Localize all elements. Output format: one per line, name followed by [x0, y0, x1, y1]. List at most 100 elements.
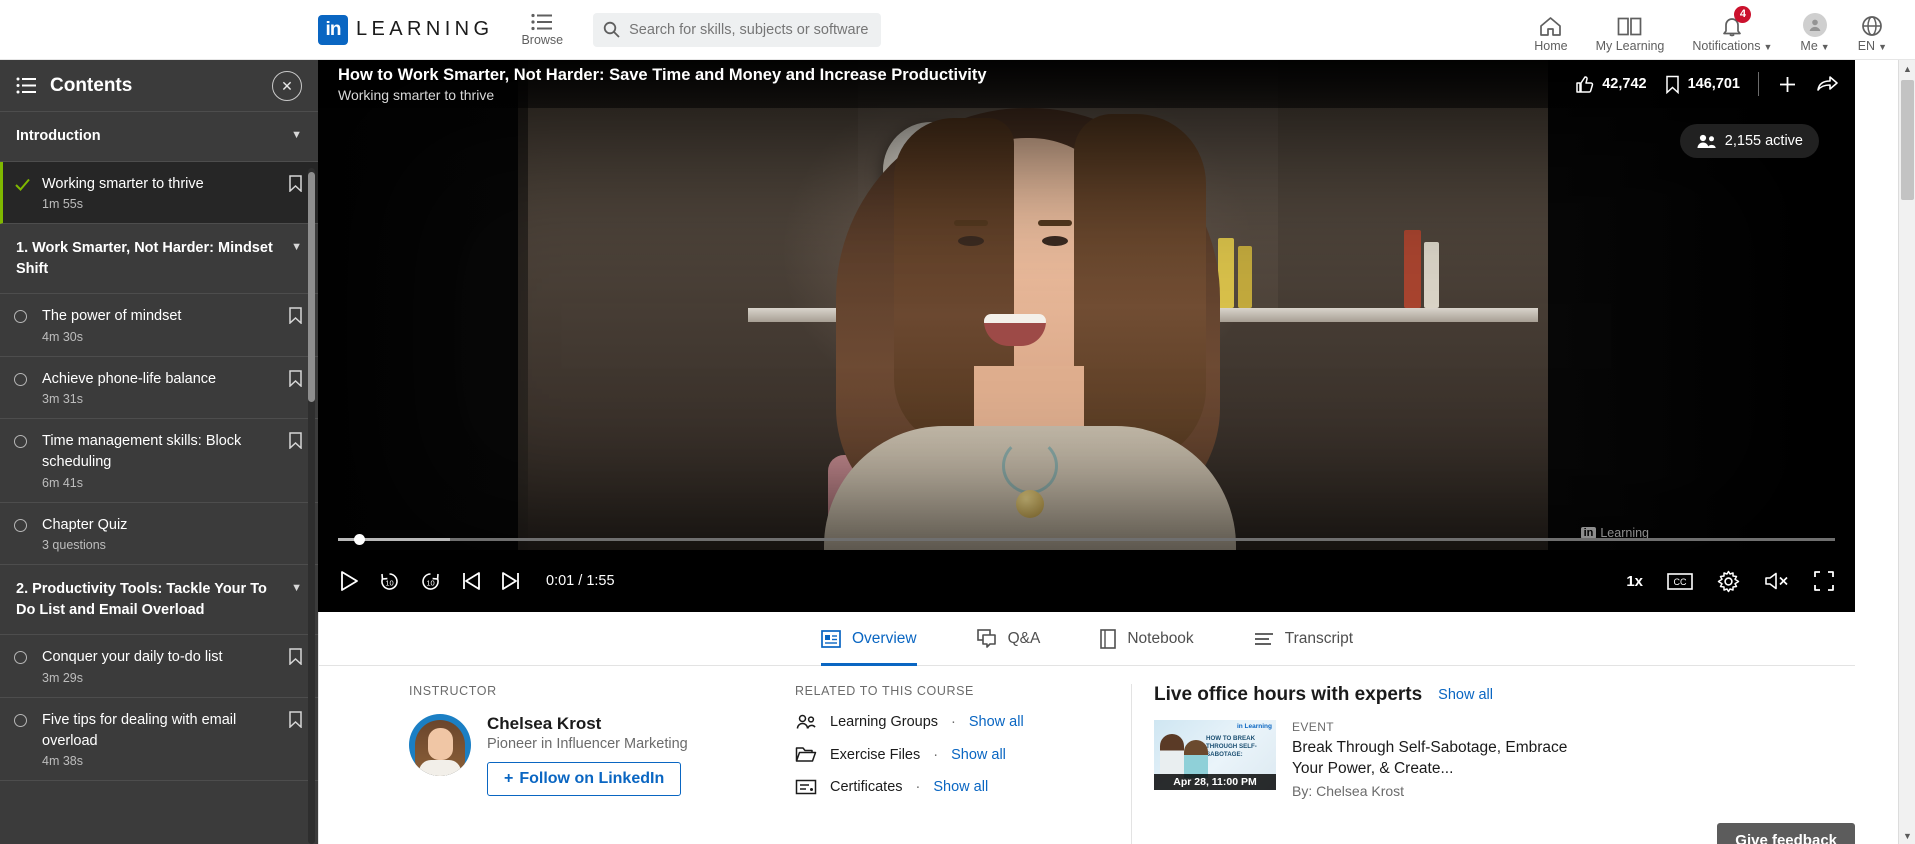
page-scrollbar[interactable]: ▲ ▼	[1898, 60, 1915, 844]
live-office-hours-section: Live office hours with experts Show all …	[1131, 684, 1855, 844]
sidebar-chapter-introduction[interactable]: Introduction ▼	[0, 112, 318, 162]
instructor-role: Pioneer in Influencer Marketing	[487, 736, 688, 752]
tab-overview[interactable]: Overview	[820, 612, 917, 666]
captions-button[interactable]: CC	[1667, 572, 1693, 591]
save-count[interactable]: 146,701	[1665, 75, 1740, 94]
incomplete-circle-icon	[14, 517, 31, 534]
page-scrollbar-thumb[interactable]	[1901, 80, 1914, 200]
event-kind-label: EVENT	[1292, 720, 1335, 734]
bookmark-icon[interactable]	[289, 711, 302, 733]
fullscreen-button[interactable]	[1813, 570, 1835, 592]
incomplete-circle-icon	[14, 433, 31, 450]
chevron-down-icon[interactable]: ▼	[291, 129, 302, 141]
nav-item-me[interactable]: Me ▼	[1786, 0, 1843, 60]
sidebar-lesson-working-smarter-to-thrive[interactable]: Working smarter to thrive 1m 55s	[0, 161, 318, 225]
scroll-up-arrow-icon[interactable]: ▲	[1899, 60, 1915, 77]
sidebar-scrollbar-thumb[interactable]	[308, 172, 315, 402]
nav-item-language[interactable]: EN ▼	[1844, 0, 1901, 60]
lesson-duration: 3m 31s	[42, 392, 83, 407]
play-button[interactable]	[338, 570, 360, 592]
rewind-10-icon: 10	[381, 572, 398, 590]
forward-10-button[interactable]: 10	[419, 570, 442, 593]
event-card[interactable]: in Learning HOW TO BREAK THROUGH SELF-SA…	[1154, 720, 1831, 799]
active-viewers-badge[interactable]: 2,155 active	[1679, 124, 1819, 158]
bookmark-icon[interactable]	[289, 432, 302, 454]
sidebar-lesson-five-tips-email-overload[interactable]: Five tips for dealing with email overloa…	[0, 698, 318, 782]
chevron-down-icon[interactable]: ▼	[291, 241, 302, 253]
nav-item-notifications[interactable]: 4 Notifications ▼	[1678, 0, 1786, 60]
video-progress-handle[interactable]	[354, 533, 366, 545]
lesson-duration: 4m 38s	[42, 754, 83, 769]
sidebar-lesson-chapter-quiz[interactable]: Chapter Quiz 3 questions	[0, 503, 318, 566]
scroll-down-arrow-icon[interactable]: ▼	[1899, 827, 1915, 844]
bookmark-icon[interactable]	[289, 648, 302, 670]
follow-on-linkedin-button[interactable]: + Follow on LinkedIn	[487, 762, 682, 796]
related-item-certificates: Certificates · Show all	[795, 779, 1107, 795]
video-controls-right: 1x CC	[1626, 570, 1835, 593]
me-text: Me	[1800, 38, 1818, 53]
video-progress-track[interactable]	[338, 533, 1835, 545]
time-separator: /	[578, 573, 583, 589]
forward-10-icon: 10	[422, 572, 439, 590]
nav-item-my-learning[interactable]: My Learning	[1582, 0, 1679, 60]
search-input[interactable]	[629, 21, 872, 38]
share-button[interactable]	[1816, 75, 1839, 94]
browse-button[interactable]: Browse	[521, 13, 563, 47]
incomplete-circle-icon	[14, 308, 31, 325]
events-show-all-link[interactable]: Show all	[1438, 687, 1493, 703]
sidebar-lesson-time-management-skills[interactable]: Time management skills: Block scheduling…	[0, 419, 318, 503]
sidebar-chapter-1[interactable]: 1. Work Smarter, Not Harder: Mindset Shi…	[0, 224, 318, 295]
chevron-down-icon[interactable]: ▼	[291, 582, 302, 594]
bookmark-icon[interactable]	[289, 370, 302, 392]
avatar	[1803, 12, 1828, 37]
lesson-body: Time management skills: Block scheduling…	[42, 431, 278, 489]
tab-label-overview: Overview	[851, 629, 917, 647]
previous-video-button[interactable]	[460, 570, 482, 592]
sidebar-lesson-achieve-phone-life-balance[interactable]: Achieve phone-life balance 3m 31s	[0, 357, 318, 420]
tab-notebook[interactable]: Notebook	[1100, 612, 1194, 666]
video-player[interactable]: How to Work Smarter, Not Harder: Save Ti…	[318, 60, 1855, 612]
chapter-title: 1. Work Smarter, Not Harder: Mindset Shi…	[16, 240, 273, 277]
nav-item-home[interactable]: Home	[1520, 0, 1581, 60]
sidebar-lesson-the-power-of-mindset[interactable]: The power of mindset 4m 30s	[0, 294, 318, 357]
instructor-avatar[interactable]	[409, 714, 471, 776]
video-stats: 42,742 146,701	[1575, 72, 1839, 96]
give-feedback-button[interactable]: Give feedback	[1717, 823, 1855, 844]
settings-button[interactable]	[1717, 570, 1740, 593]
playback-speed-button[interactable]: 1x	[1626, 573, 1643, 590]
tab-label-qa: Q&A	[1007, 629, 1041, 647]
event-name[interactable]: Break Through Self-Sabotage, Embrace You…	[1292, 737, 1592, 779]
notebook-icon	[1100, 628, 1117, 649]
tab-qa[interactable]: Q&A	[976, 612, 1041, 666]
sidebar-lesson-conquer-your-daily-to-do-list[interactable]: Conquer your daily to-do list 3m 29s	[0, 635, 318, 698]
video-progress-row[interactable]	[318, 528, 1855, 550]
transcript-icon	[1254, 632, 1273, 645]
show-all-learning-groups-link[interactable]: Show all	[969, 714, 1024, 730]
show-all-exercise-files-link[interactable]: Show all	[951, 747, 1006, 763]
linkedin-learning-logo[interactable]: in LEARNING	[318, 14, 493, 45]
search-bar[interactable]	[593, 12, 882, 47]
show-all-certificates-link[interactable]: Show all	[933, 779, 988, 795]
overview-panels: INSTRUCTOR Chelsea Krost Pioneer in Infl…	[319, 666, 1855, 844]
folder-icon	[795, 747, 817, 762]
rewind-10-button[interactable]: 10	[378, 570, 401, 593]
related-label: Certificates	[830, 779, 903, 795]
lesson-title: Achieve phone-life balance	[42, 370, 217, 387]
lesson-duration: 1m 55s	[42, 197, 83, 212]
lesson-title: Five tips for dealing with email overloa…	[42, 711, 237, 749]
sidebar-chapter-2[interactable]: 2. Productivity Tools: Tackle Your To Do…	[0, 565, 318, 636]
lesson-body: Achieve phone-life balance 3m 31s	[42, 369, 278, 407]
like-count[interactable]: 42,742	[1575, 75, 1647, 94]
linkedin-in-icon: in	[318, 14, 348, 45]
add-to-collection-button[interactable]	[1777, 74, 1798, 95]
svg-text:CC: CC	[1674, 577, 1687, 587]
lesson-title: Working smarter to thrive	[42, 175, 204, 192]
bookmark-icon[interactable]	[289, 174, 302, 197]
save-count-value: 146,701	[1687, 76, 1740, 92]
tab-transcript[interactable]: Transcript	[1254, 612, 1353, 666]
close-icon[interactable]: ✕	[272, 71, 302, 101]
bookmark-icon[interactable]	[289, 307, 302, 329]
chevron-down-icon: ▼	[1763, 41, 1773, 52]
volume-mute-button[interactable]	[1764, 571, 1789, 591]
next-video-button[interactable]	[500, 570, 522, 592]
